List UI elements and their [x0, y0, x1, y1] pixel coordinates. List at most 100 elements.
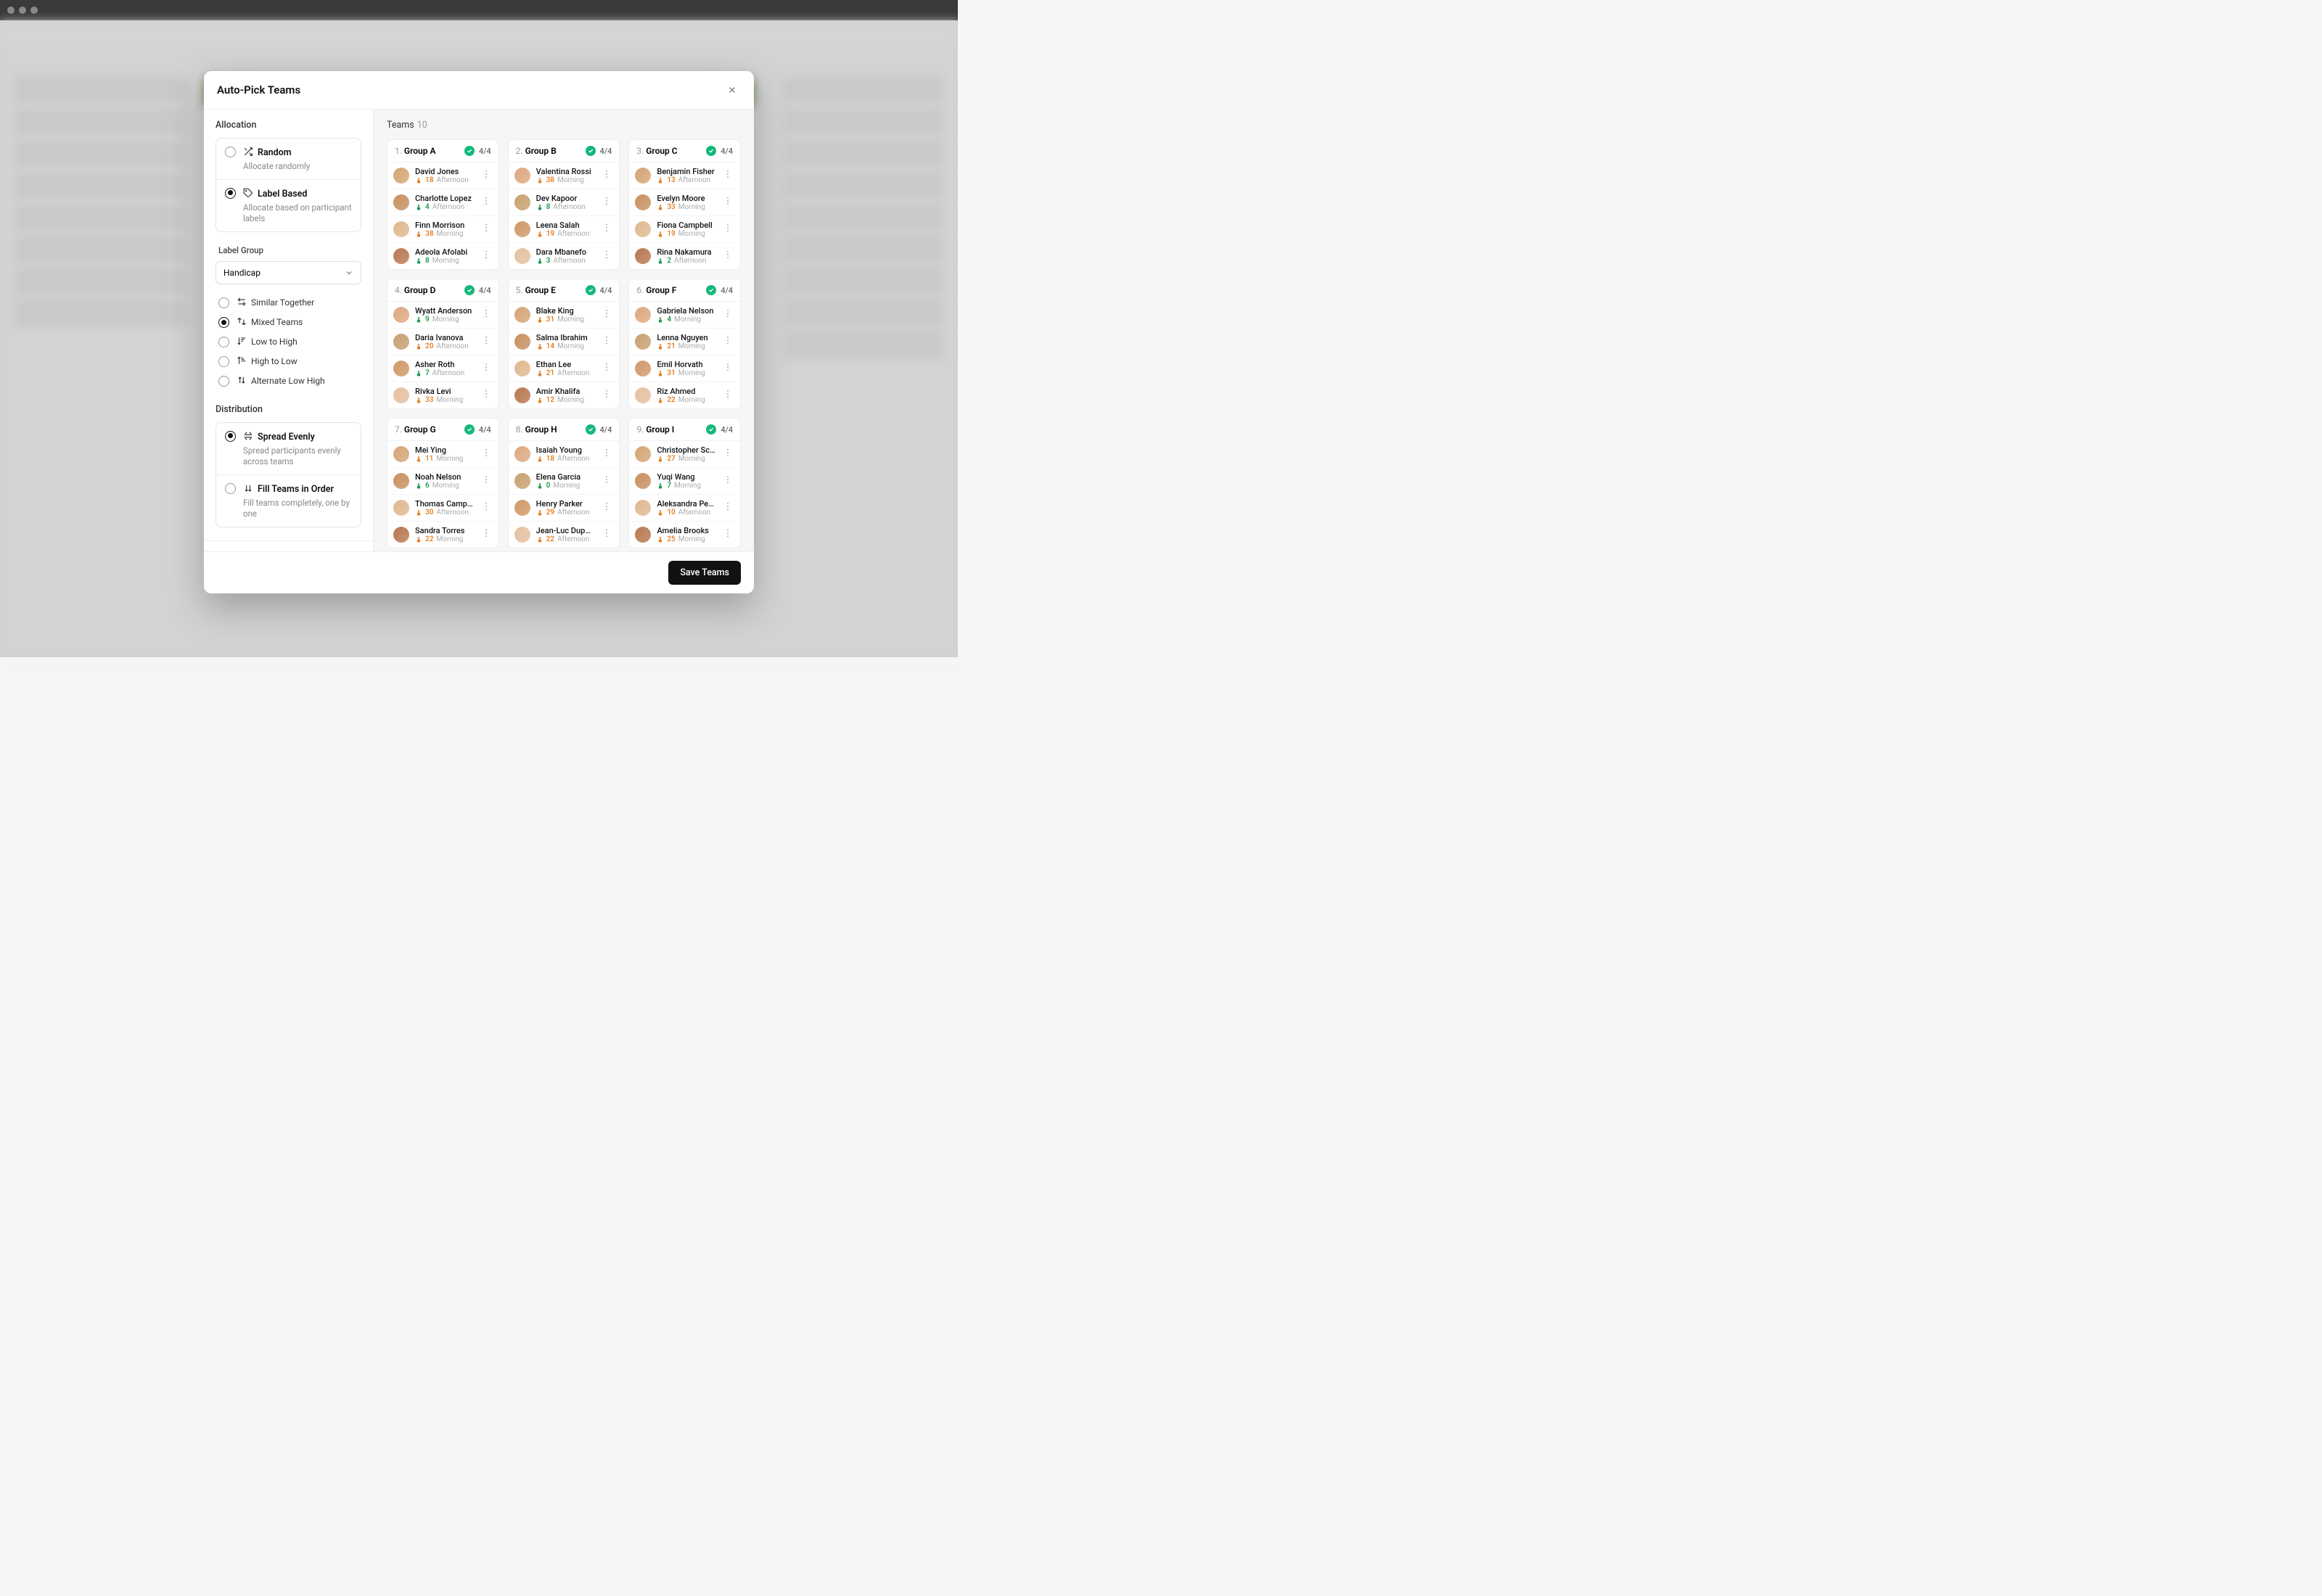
distribution-option-fill teams in order[interactable]: Fill Teams in Order Fill teams completel…: [216, 475, 361, 527]
member-more-button[interactable]: [721, 473, 734, 489]
member-more-button[interactable]: [721, 248, 734, 264]
member-more-button[interactable]: [721, 387, 734, 403]
member-name: Blake King: [536, 306, 595, 316]
member-name: Ethan Lee: [536, 360, 595, 369]
sort-option-similar together[interactable]: Similar Together: [216, 293, 361, 313]
member-name: Elena Garcia: [536, 472, 595, 482]
member-more-button[interactable]: [480, 221, 493, 237]
member-more-button[interactable]: [480, 527, 493, 543]
avatar: [635, 361, 651, 377]
close-button[interactable]: [723, 81, 741, 99]
avatar: [635, 473, 651, 489]
avatar: [635, 527, 651, 543]
member-name: Adeola Afolabi: [415, 247, 474, 257]
team-member: Dara Mbanefo 3 Afternoon: [509, 243, 620, 269]
member-more-button[interactable]: [480, 168, 493, 184]
avatar: [514, 334, 530, 350]
golfer-icon: [415, 204, 422, 211]
member-more-button[interactable]: [600, 361, 613, 377]
avatar: [393, 500, 409, 516]
team-name: Group G: [404, 424, 436, 435]
member-more-button[interactable]: [480, 446, 493, 462]
golfer-icon: [536, 509, 543, 517]
handicap-value: 4: [425, 203, 430, 211]
member-more-button[interactable]: [721, 500, 734, 516]
member-name: Sandra Torres: [415, 526, 474, 535]
member-more-button[interactable]: [600, 194, 613, 210]
member-more-button[interactable]: [480, 387, 493, 403]
handicap-value: 2: [667, 257, 671, 265]
sort-options: Similar Together Mixed Teams Low to High…: [216, 293, 361, 391]
member-more-button[interactable]: [600, 446, 613, 462]
member-more-button[interactable]: [600, 334, 613, 350]
distribution-option-spread evenly[interactable]: Spread Evenly Spread participants evenly…: [216, 423, 361, 475]
member-more-button[interactable]: [721, 307, 734, 323]
team-count: 4/4: [600, 147, 612, 156]
team-member: Wyatt Anderson 9 Morning: [387, 302, 499, 329]
label-group-select[interactable]: Handicap: [216, 261, 361, 284]
member-more-button[interactable]: [721, 194, 734, 210]
member-more-button[interactable]: [480, 500, 493, 516]
member-more-button[interactable]: [480, 194, 493, 210]
member-name: Asher Roth: [415, 360, 474, 369]
member-more-button[interactable]: [600, 221, 613, 237]
member-more-button[interactable]: [721, 361, 734, 377]
team-member: Valentina Rossi 38 Morning: [509, 163, 620, 189]
sort-option-low to high[interactable]: Low to High: [216, 332, 361, 352]
member-more-button[interactable]: [721, 334, 734, 350]
sort-option-mixed teams[interactable]: Mixed Teams: [216, 313, 361, 332]
handicap-value: 6: [425, 482, 430, 490]
golfer-icon: [415, 177, 422, 184]
team-member: Noah Nelson 6 Morning: [387, 468, 499, 495]
sort-option-high to low[interactable]: High to Low: [216, 352, 361, 371]
time-slot: Afternoon: [436, 342, 468, 350]
time-slot: Morning: [678, 342, 705, 350]
member-name: Evelyn Moore: [657, 194, 715, 203]
member-more-button[interactable]: [721, 446, 734, 462]
avatar: [393, 248, 409, 264]
time-slot: Morning: [678, 455, 705, 463]
handicap-value: 7: [425, 369, 430, 377]
member-more-button[interactable]: [721, 221, 734, 237]
member-more-button[interactable]: [480, 307, 493, 323]
member-more-button[interactable]: [600, 168, 613, 184]
member-more-button[interactable]: [600, 527, 613, 543]
member-name: Wyatt Anderson: [415, 306, 474, 316]
avatar: [514, 168, 530, 184]
member-more-button[interactable]: [480, 248, 493, 264]
member-more-button[interactable]: [600, 473, 613, 489]
member-more-button[interactable]: [600, 307, 613, 323]
handicap-value: 38: [546, 176, 554, 184]
golfer-icon: [415, 456, 422, 463]
time-slot: Morning: [436, 455, 463, 463]
golfer-icon: [657, 258, 664, 265]
radio-icon: [225, 431, 236, 442]
allocation-options: Random Allocate randomly Label Based All…: [216, 138, 361, 232]
avatar: [635, 248, 651, 264]
handicap-value: 29: [546, 509, 554, 517]
member-more-button[interactable]: [721, 527, 734, 543]
team-member: Evelyn Moore 33 Morning: [629, 189, 740, 216]
save-teams-button[interactable]: Save Teams: [668, 561, 741, 585]
member-name: Christopher Scott: [657, 445, 715, 455]
sort-option-alternate low high[interactable]: Alternate Low High: [216, 371, 361, 391]
handicap-value: 33: [667, 203, 675, 211]
handicap-value: 30: [425, 509, 433, 517]
member-more-button[interactable]: [721, 168, 734, 184]
golfer-icon: [415, 343, 422, 350]
member-more-button[interactable]: [480, 361, 493, 377]
member-more-button[interactable]: [480, 334, 493, 350]
team-member: Yuqi Wang 7 Morning: [629, 468, 740, 495]
team-member: Sandra Torres 22 Morning: [387, 522, 499, 548]
allocation-option-random[interactable]: Random Allocate randomly: [216, 139, 361, 180]
golfer-icon: [657, 204, 664, 211]
team-header: 8. Group H 4/4: [509, 419, 620, 441]
handicap-value: 18: [425, 176, 433, 184]
member-more-button[interactable]: [600, 248, 613, 264]
member-more-button[interactable]: [480, 473, 493, 489]
member-more-button[interactable]: [600, 500, 613, 516]
member-more-button[interactable]: [600, 387, 613, 403]
golfer-icon: [536, 482, 543, 490]
avatar: [635, 307, 651, 323]
allocation-option-label based[interactable]: Label Based Allocate based on participan…: [216, 180, 361, 231]
